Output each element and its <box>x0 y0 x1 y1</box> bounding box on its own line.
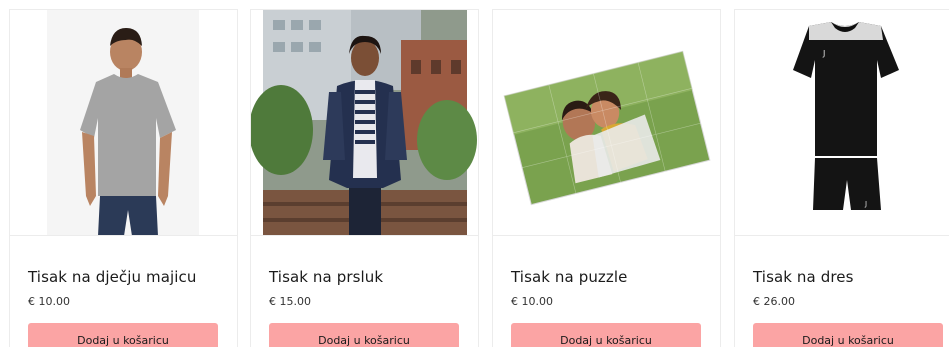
product-title[interactable]: Tisak na dres <box>753 268 854 286</box>
product-grid: Tisak na dječju majicu € 10.00 Dodaj u k… <box>0 0 949 347</box>
product-image-puzzle[interactable] <box>493 10 720 236</box>
product-price: € 15.00 <box>269 295 311 308</box>
photo-puzzle-image <box>493 10 720 235</box>
svg-text:J: J <box>864 200 867 208</box>
add-to-cart-button[interactable]: Dodaj u košaricu <box>511 323 701 347</box>
product-price: € 10.00 <box>511 295 553 308</box>
black-sports-kit-image: J J <box>735 10 949 235</box>
product-image-vest[interactable] <box>251 10 478 236</box>
product-image-jersey[interactable]: J J <box>735 10 949 236</box>
product-price: € 26.00 <box>753 295 795 308</box>
product-title[interactable]: Tisak na dječju majicu <box>28 268 197 286</box>
product-title[interactable]: Tisak na puzzle <box>511 268 627 286</box>
product-card-vest[interactable]: Tisak na prsluk € 15.00 Dodaj u košaricu <box>250 9 479 347</box>
kids-grey-tshirt-image <box>10 10 237 235</box>
product-image-kids-tshirt[interactable] <box>10 10 237 236</box>
product-card-kids-tshirt[interactable]: Tisak na dječju majicu € 10.00 Dodaj u k… <box>9 9 238 347</box>
product-price: € 10.00 <box>28 295 70 308</box>
product-title[interactable]: Tisak na prsluk <box>269 268 383 286</box>
product-card-jersey[interactable]: J J Tisak na dres € 26.00 Dodaj u košari… <box>734 9 949 347</box>
svg-text:J: J <box>822 49 825 58</box>
add-to-cart-button[interactable]: Dodaj u košaricu <box>269 323 459 347</box>
add-to-cart-button[interactable]: Dodaj u košaricu <box>753 323 943 347</box>
product-card-puzzle[interactable]: Tisak na puzzle € 10.00 Dodaj u košaricu <box>492 9 721 347</box>
woman-navy-vest-image <box>251 10 478 235</box>
add-to-cart-button[interactable]: Dodaj u košaricu <box>28 323 218 347</box>
